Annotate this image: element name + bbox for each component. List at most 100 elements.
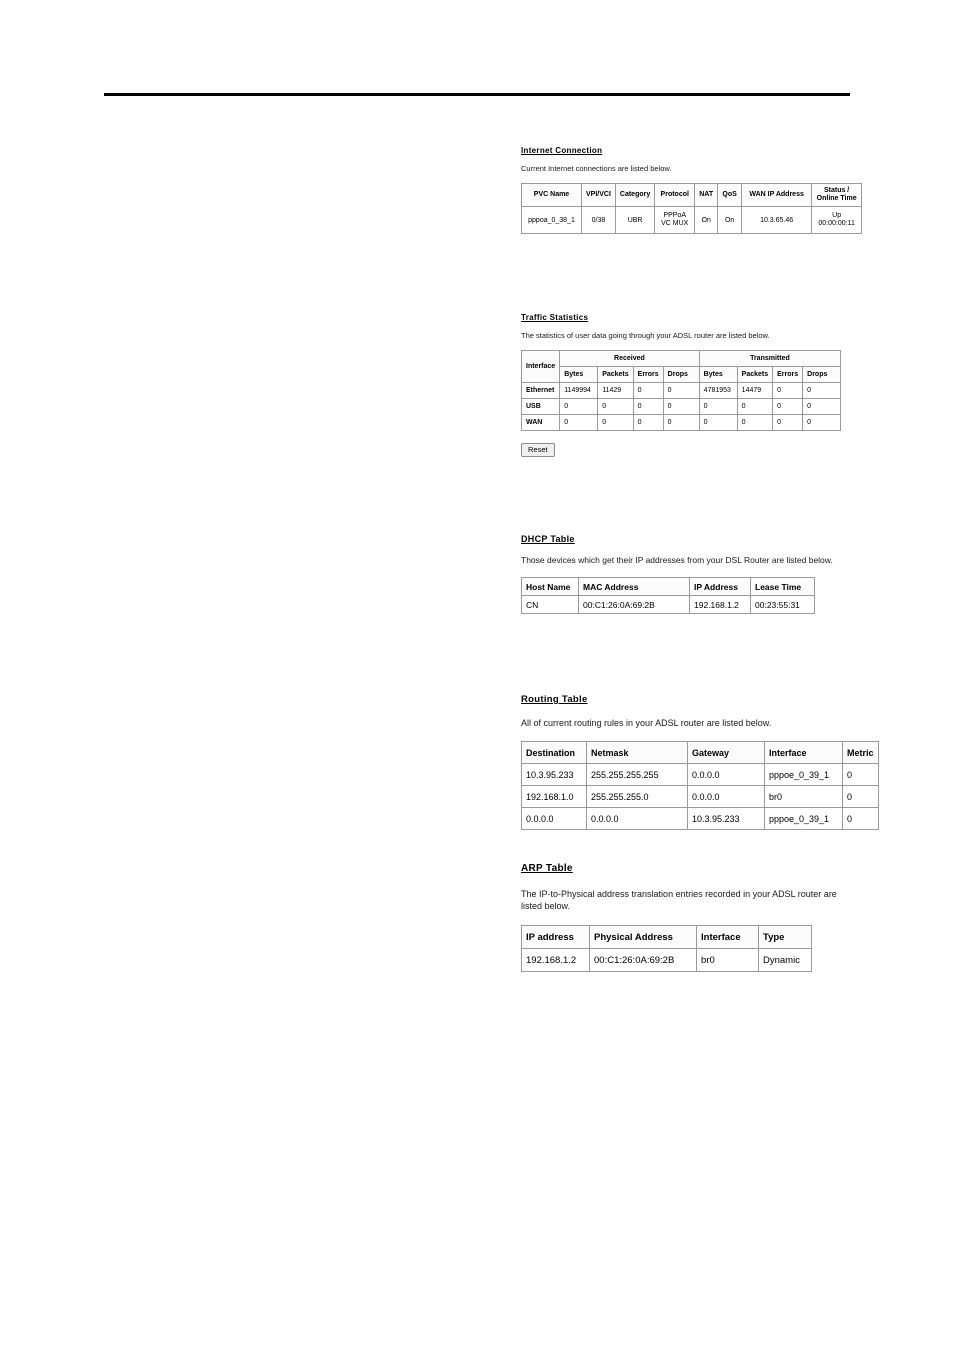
col-pvc-name: PVC Name — [521, 183, 582, 207]
table-header-row: Host Name MAC Address IP Address Lease T… — [521, 577, 815, 596]
table-subheader-row: Bytes Packets Errors Drops Bytes Packets… — [522, 366, 842, 383]
arp-table-description: The IP-to-Physical address translation e… — [521, 889, 837, 911]
cell-rx-bytes: 1149994 — [559, 382, 599, 399]
col-gateway: Gateway — [687, 741, 765, 764]
cell-rx-errors: 0 — [632, 414, 664, 431]
dhcp-table-heading: DHCP Table — [521, 534, 575, 544]
col-metric: Metric — [842, 741, 879, 764]
traffic-statistics-table: Interface Received Transmitted Bytes Pac… — [520, 350, 842, 431]
col-interface: Interface — [696, 925, 759, 949]
cell-tx-drops: 0 — [802, 398, 842, 415]
cell-tx-packets: 14479 — [736, 382, 774, 399]
cell-status-online-time: Up 00:00:00:11 — [811, 206, 863, 234]
col-host-name: Host Name — [521, 577, 579, 596]
col-tx-drops: Drops — [802, 366, 842, 383]
dhcp-table: Host Name MAC Address IP Address Lease T… — [521, 577, 815, 614]
cell-category: UBR — [614, 206, 656, 234]
col-nat: NAT — [694, 183, 719, 207]
col-vpi-vci: VPI/VCI — [581, 183, 616, 207]
cell-interface: pppoe_0_39_1 — [764, 807, 843, 830]
cell-rx-drops: 0 — [662, 414, 700, 431]
cell-rx-drops: 0 — [662, 398, 700, 415]
cell-netmask: 255.255.255.255 — [586, 763, 688, 786]
cell-rx-errors: 0 — [632, 382, 664, 399]
cell-qos: On — [717, 206, 743, 234]
col-mac-address: MAC Address — [578, 577, 690, 596]
table-row: 0.0.0.0 0.0.0.0 10.3.95.233 pppoe_0_39_1… — [521, 807, 879, 830]
table-header-row: IP address Physical Address Interface Ty… — [521, 925, 812, 949]
col-rx-errors: Errors — [632, 366, 664, 383]
col-qos: QoS — [717, 183, 743, 207]
cell-interface: pppoe_0_39_1 — [764, 763, 843, 786]
cell-physical-address: 00:C1:26:0A:69:2B — [589, 948, 697, 972]
arp-table-heading: ARP Table — [521, 863, 573, 874]
cell-pvc-name: pppoa_0_38_1 — [521, 206, 582, 234]
table-group-header-row: Interface Received Transmitted — [520, 350, 842, 383]
reset-button[interactable]: Reset — [521, 443, 555, 457]
cell-status-line1: Up — [832, 211, 842, 219]
cell-metric: 0 — [842, 763, 879, 786]
cell-nat: On — [694, 206, 719, 234]
col-tx-bytes: Bytes — [698, 366, 738, 383]
cell-netmask: 0.0.0.0 — [586, 807, 688, 830]
col-ip-address: IP Address — [689, 577, 751, 596]
reset-button-wrapper: Reset — [521, 439, 841, 457]
cell-tx-errors: 0 — [772, 382, 804, 399]
cell-destination: 0.0.0.0 — [521, 807, 587, 830]
cell-rx-packets: 0 — [597, 414, 634, 431]
col-tx-errors: Errors — [772, 366, 804, 383]
dhcp-table-description: Those devices which get their IP address… — [521, 555, 833, 565]
dhcp-table-section: DHCP Table Those devices which get their… — [521, 534, 841, 614]
cell-interface: br0 — [764, 785, 843, 808]
page-header-rule — [104, 93, 850, 96]
arp-table-section: ARP Table The IP-to-Physical address tra… — [521, 863, 851, 972]
cell-interface: Ethernet — [520, 382, 561, 399]
col-rx-bytes: Bytes — [559, 366, 599, 383]
cell-tx-bytes: 0 — [698, 414, 738, 431]
col-protocol: Protocol — [654, 183, 696, 207]
col-status-line1: Status / — [823, 186, 850, 194]
col-tx-packets: Packets — [736, 366, 774, 383]
cell-rx-bytes: 0 — [559, 414, 599, 431]
cell-rx-drops: 0 — [662, 382, 700, 399]
cell-interface: USB — [520, 398, 561, 415]
col-netmask: Netmask — [586, 741, 688, 764]
internet-connection-table: PVC Name VPI/VCI Category Protocol NAT Q… — [521, 183, 863, 234]
cell-vpi-vci: 0/38 — [581, 206, 616, 234]
cell-tx-bytes: 4781953 — [698, 382, 738, 399]
table-header-row: PVC Name VPI/VCI Category Protocol NAT Q… — [521, 183, 863, 207]
routing-table-heading: Routing Table — [521, 694, 588, 705]
cell-gateway: 10.3.95.233 — [687, 807, 765, 830]
col-interface: Interface — [520, 350, 561, 383]
col-interface: Interface — [764, 741, 843, 764]
cell-tx-drops: 0 — [802, 414, 842, 431]
col-ip-address: IP address — [521, 925, 590, 949]
cell-protocol-line2: VC MUX — [661, 220, 689, 227]
cell-tx-errors: 0 — [772, 414, 804, 431]
internet-connection-description: Current Internet connections are listed … — [521, 164, 672, 173]
cell-status-line2: 00:00:00:11 — [818, 220, 855, 227]
cell-rx-bytes: 0 — [559, 398, 599, 415]
cell-mac-address: 00:C1:26:0A:69:2B — [578, 595, 690, 614]
internet-connection-section: Internet Connection Current Internet con… — [521, 146, 863, 234]
internet-connection-heading: Internet Connection — [521, 146, 603, 155]
col-type: Type — [758, 925, 812, 949]
cell-interface: br0 — [696, 948, 759, 972]
cell-protocol-line1: PPPoA — [663, 211, 687, 219]
cell-rx-errors: 0 — [632, 398, 664, 415]
cell-tx-packets: 0 — [736, 398, 774, 415]
cell-wan-ip-address: 10.3.65.46 — [741, 206, 813, 234]
traffic-statistics-heading: Traffic Statistics — [521, 313, 589, 322]
routing-table: Destination Netmask Gateway Interface Me… — [521, 741, 879, 830]
cell-destination: 10.3.95.233 — [521, 763, 587, 786]
cell-lease-time: 00:23:55:31 — [750, 595, 815, 614]
cell-gateway: 0.0.0.0 — [687, 785, 765, 808]
cell-gateway: 0.0.0.0 — [687, 763, 765, 786]
cell-ip-address: 192.168.1.2 — [521, 948, 590, 972]
cell-tx-drops: 0 — [802, 382, 842, 399]
cell-rx-packets: 0 — [597, 398, 634, 415]
table-row: pppoa_0_38_1 0/38 UBR PPPoA VC MUX On On… — [521, 206, 863, 234]
table-row: 192.168.1.0 255.255.255.0 0.0.0.0 br0 0 — [521, 785, 879, 808]
table-row: WAN 0 0 0 0 0 0 0 0 — [520, 414, 842, 431]
arp-table: IP address Physical Address Interface Ty… — [521, 925, 812, 972]
